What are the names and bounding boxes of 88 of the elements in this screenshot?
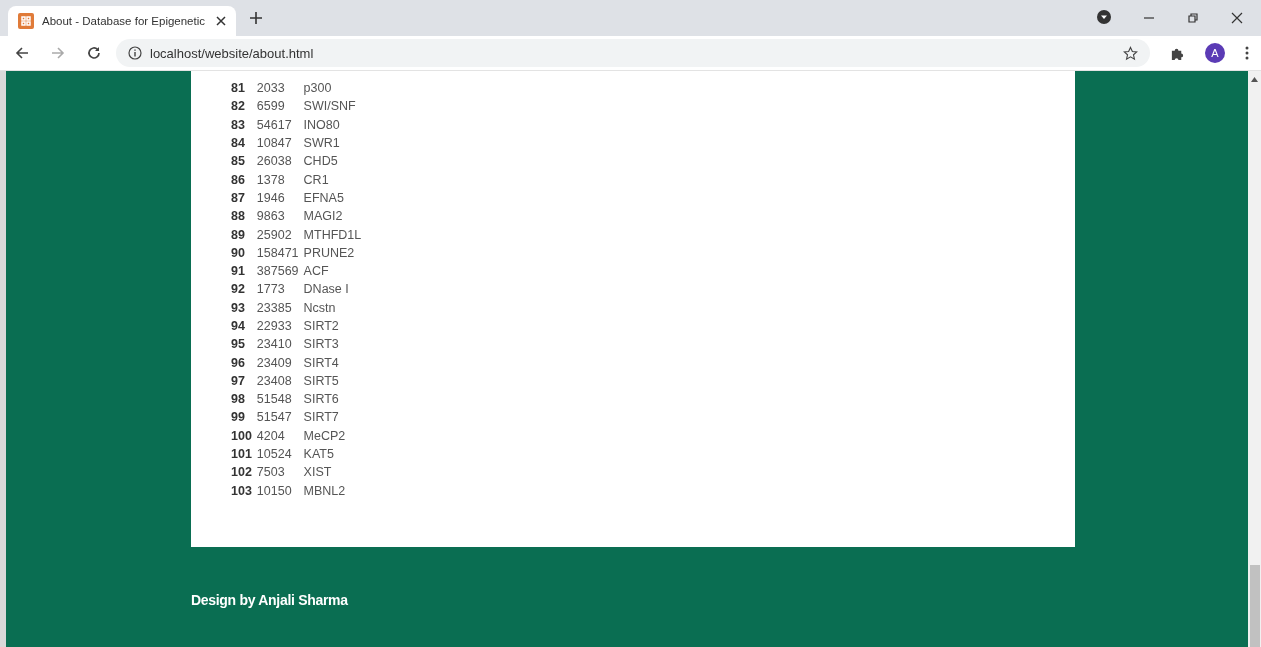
table-cell: 1773 bbox=[256, 280, 304, 299]
table-cell: 92 bbox=[231, 280, 257, 299]
table-cell: 1378 bbox=[256, 170, 304, 189]
table-cell-text: CR1 bbox=[303, 171, 330, 189]
account-menu-icon[interactable] bbox=[1097, 10, 1111, 24]
table-cell: 97 bbox=[231, 371, 257, 391]
table-cell: 101 bbox=[231, 444, 257, 464]
table-cell: 22933 bbox=[256, 316, 304, 336]
table-cell: 54617 bbox=[256, 115, 304, 134]
table-cell-text: MAGI2 bbox=[303, 208, 344, 226]
table-cell: 23408 bbox=[256, 371, 304, 391]
table-cell-text: PRUNE2 bbox=[303, 244, 356, 262]
more-menu-icon[interactable] bbox=[1245, 46, 1249, 60]
table-cell-text: SIRT5 bbox=[303, 372, 340, 390]
table-cell: 9863 bbox=[256, 207, 304, 226]
table-cell-text: SIRT6 bbox=[303, 391, 340, 409]
table-cell-text: SIRT7 bbox=[303, 409, 340, 427]
table-cell: 100 bbox=[231, 426, 257, 445]
table-cell: 85 bbox=[231, 152, 257, 171]
table-cell-text: MBNL2 bbox=[303, 482, 347, 500]
table-cell: 158471 bbox=[256, 243, 304, 262]
table-cell-text: MeCP2 bbox=[303, 427, 347, 445]
table-cell-text: SWI/SNF bbox=[303, 98, 357, 116]
table-cell: 10847 bbox=[256, 133, 304, 153]
profile-avatar[interactable]: A bbox=[1205, 43, 1225, 63]
xampp-logo-icon bbox=[18, 13, 34, 29]
table-cell-text: INO80 bbox=[303, 116, 341, 134]
table-cell: 23410 bbox=[256, 335, 304, 354]
scrollbar-thumb[interactable] bbox=[1249, 565, 1260, 647]
table-cell: 93 bbox=[231, 298, 257, 317]
table-cell: 23385 bbox=[256, 298, 304, 317]
table-cell: 86 bbox=[231, 170, 257, 189]
restore-icon[interactable] bbox=[1187, 12, 1199, 24]
table-cell: 25902 bbox=[256, 225, 304, 244]
table-cell-text: Ncstn bbox=[303, 299, 337, 317]
address-text: localhost/website/about.html bbox=[150, 45, 314, 61]
scroll-up-icon[interactable] bbox=[1251, 77, 1258, 82]
table-cell: 98 bbox=[231, 390, 257, 409]
table-cell: 88 bbox=[231, 207, 257, 226]
table-cell-text: CHD5 bbox=[303, 153, 339, 171]
table-cell: 94 bbox=[231, 316, 257, 336]
browser-tab[interactable]: About - Database for Epigenetic bbox=[8, 6, 236, 36]
table-cell: 87 bbox=[231, 188, 257, 208]
table-cell-text: p300 bbox=[303, 80, 333, 98]
table-cell: 99 bbox=[231, 408, 257, 427]
table-cell: 81 bbox=[231, 79, 257, 98]
table-cell-text: SIRT4 bbox=[303, 354, 340, 372]
table-cell: 4204 bbox=[256, 426, 304, 445]
table-cell: 103 bbox=[231, 481, 257, 500]
table-cell: 1946 bbox=[256, 188, 304, 208]
table-cell: 89 bbox=[231, 225, 257, 244]
star-icon[interactable] bbox=[1123, 45, 1138, 61]
table-cell: 82 bbox=[231, 97, 257, 116]
table-cell: 51548 bbox=[256, 390, 304, 409]
table-cell: 95 bbox=[231, 335, 257, 354]
table-cell: 83 bbox=[231, 115, 257, 134]
table-cell: 91 bbox=[231, 261, 257, 281]
table-cell-text: ACF bbox=[303, 263, 330, 281]
table-cell: 90 bbox=[231, 243, 257, 262]
table-cell-text: SIRT3 bbox=[303, 336, 340, 354]
address-bar[interactable]: localhost/website/about.html bbox=[116, 39, 1150, 67]
new-tab-icon[interactable] bbox=[250, 12, 262, 24]
info-icon bbox=[128, 46, 142, 60]
table-cell: 26038 bbox=[256, 152, 304, 171]
table-cell-text: XIST bbox=[303, 464, 333, 482]
close-icon[interactable] bbox=[216, 16, 226, 26]
table-cell-text: EFNA5 bbox=[303, 189, 345, 207]
table-cell: 51547 bbox=[256, 408, 304, 427]
close-icon[interactable] bbox=[1231, 12, 1243, 24]
table-cell-text: MTHFD1L bbox=[303, 226, 363, 244]
table-cell: 10150 bbox=[256, 481, 304, 500]
table-cell: 96 bbox=[231, 353, 257, 372]
table-cell: 23409 bbox=[256, 353, 304, 372]
table-cell: 10524 bbox=[256, 444, 304, 464]
table-cell: 6599 bbox=[256, 97, 304, 116]
table-cell-text: KAT5 bbox=[303, 446, 335, 464]
tab-title: About - Database for Epigenetic bbox=[42, 15, 207, 27]
table-cell-text: DNase I bbox=[303, 281, 350, 299]
table-cell: 7503 bbox=[256, 463, 304, 482]
table-cell: 102 bbox=[231, 463, 257, 482]
back-icon[interactable] bbox=[14, 45, 30, 61]
table-cell: 84 bbox=[231, 133, 257, 153]
footer-credit: Design by Anjali Sharma bbox=[191, 592, 348, 608]
table-cell-text: SWR1 bbox=[303, 135, 341, 153]
table-cell-text: SIRT2 bbox=[303, 318, 340, 335]
table-cell: 387569 bbox=[256, 261, 304, 281]
reload-icon[interactable] bbox=[86, 45, 102, 61]
table-cell: 2033 bbox=[256, 79, 304, 98]
